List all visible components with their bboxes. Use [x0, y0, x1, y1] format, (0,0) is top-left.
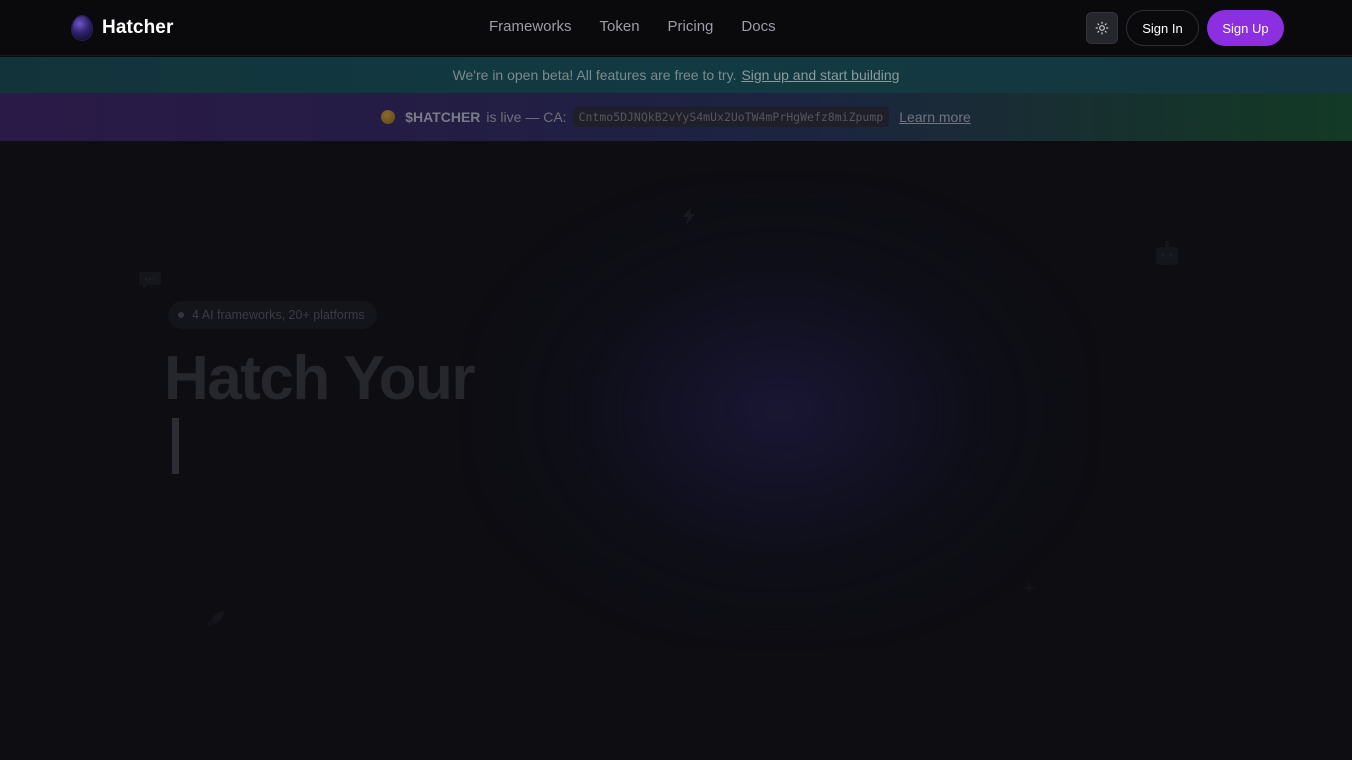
contract-address[interactable]: Cntmo5DJNQkB2vYyS4mUx2UoTW4mPrHgWefz8miZ… — [572, 107, 890, 127]
hero-badge-text: 4 AI frameworks, 20+ platforms — [192, 308, 365, 322]
sign-up-button[interactable]: Sign Up — [1207, 10, 1284, 46]
nav-link-docs[interactable]: Docs — [741, 18, 775, 35]
nav-link-token[interactable]: Token — [600, 18, 640, 35]
lightning-icon — [683, 207, 695, 225]
hero-section: 4 AI frameworks, 20+ platforms Hatch You… — [0, 141, 1352, 760]
robot-icon — [1156, 241, 1178, 265]
typing-cursor — [172, 418, 179, 474]
main-nav: Frameworks Token Pricing Docs — [489, 18, 776, 35]
nav-link-pricing[interactable]: Pricing — [668, 18, 714, 35]
theme-toggle-button[interactable] — [1086, 12, 1118, 44]
top-navbar: Hatcher Frameworks Token Pricing Docs Si… — [0, 0, 1352, 56]
rocket-icon — [207, 611, 224, 627]
token-banner-text: is live — CA: — [486, 109, 567, 125]
beta-banner-text: We're in open beta! All features are fre… — [452, 67, 737, 83]
hero-glow — [470, 181, 1090, 641]
brand-logo[interactable]: Hatcher — [72, 16, 173, 40]
token-banner: $HATCHER is live — CA: Cntmo5DJNQkB2vYyS… — [0, 93, 1352, 141]
sparkle-icon — [1022, 581, 1036, 595]
beta-signup-link[interactable]: Sign up and start building — [741, 67, 899, 83]
egg-logo-icon — [72, 16, 92, 40]
hero-badge: 4 AI frameworks, 20+ platforms — [168, 301, 377, 329]
sign-in-button[interactable]: Sign In — [1126, 10, 1199, 46]
beta-banner: We're in open beta! All features are fre… — [0, 57, 1352, 93]
chat-bubble-icon — [139, 272, 161, 289]
brand-name: Hatcher — [102, 17, 174, 38]
learn-more-link[interactable]: Learn more — [899, 109, 971, 125]
status-dot-icon — [178, 312, 184, 318]
token-symbol: $HATCHER — [405, 109, 481, 125]
sun-icon — [1095, 21, 1109, 35]
coin-icon — [381, 110, 396, 124]
hero-title: Hatch Your — [164, 344, 476, 413]
nav-link-frameworks[interactable]: Frameworks — [489, 18, 572, 35]
